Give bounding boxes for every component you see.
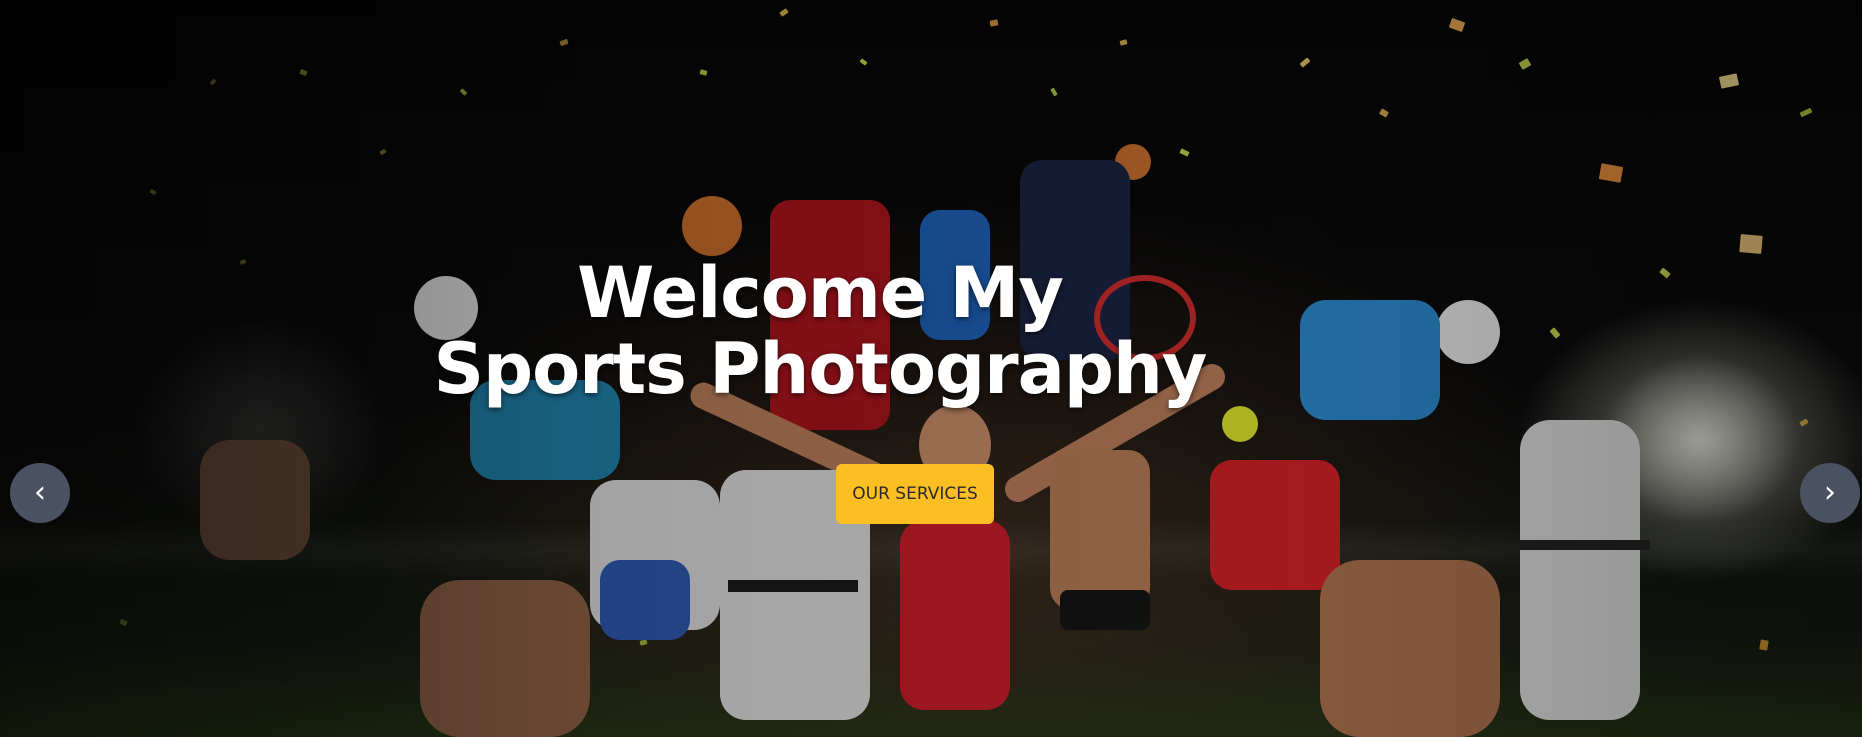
hero-title-line2: Sports Photography: [433, 328, 1208, 410]
chevron-left-icon: ‹: [34, 475, 46, 510]
hero-title: Welcome My Sports Photography: [430, 255, 1210, 407]
hero-title-line1: Welcome My: [577, 252, 1064, 334]
prev-slide-button[interactable]: ‹: [10, 463, 70, 523]
next-slide-button[interactable]: ›: [1800, 463, 1860, 523]
our-services-button[interactable]: OUR SERVICES: [836, 464, 994, 524]
hero-slider: Welcome My Sports Photography OUR SERVIC…: [0, 0, 1862, 737]
chevron-right-icon: ›: [1824, 475, 1836, 510]
